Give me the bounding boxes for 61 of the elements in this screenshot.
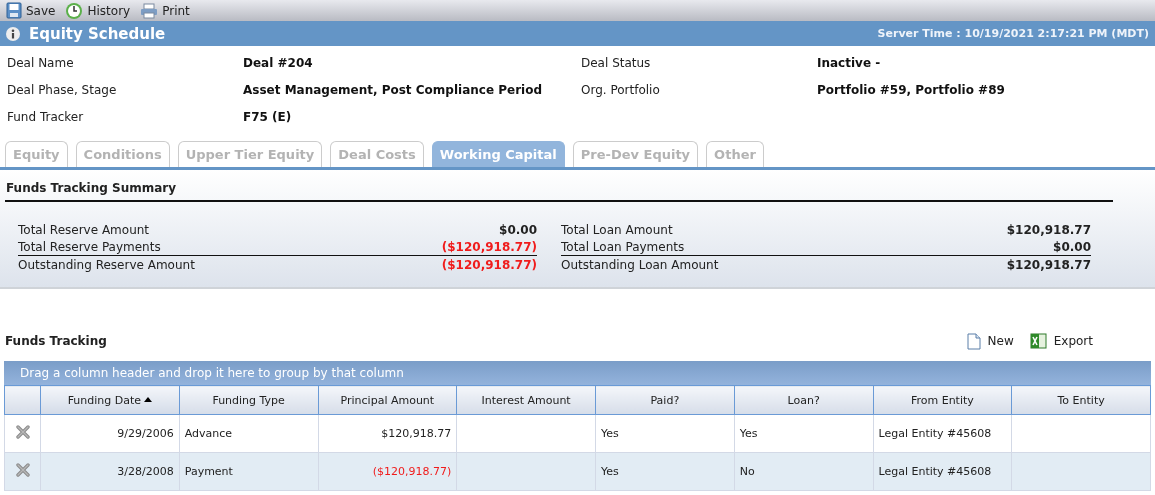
table-cell: Legal Entity #45608 <box>878 465 992 478</box>
field-label: Deal Status <box>581 55 652 70</box>
spreadsheet-icon <box>1029 333 1047 349</box>
column-header[interactable]: From Entity <box>873 385 1012 415</box>
clock-icon <box>65 1 84 20</box>
summary-amount: $120,918.77 <box>1006 257 1091 272</box>
table-cell: ($120,918.77) <box>372 465 452 478</box>
action-button[interactable]: New <box>987 334 1014 348</box>
column-header[interactable]: Funding Date <box>40 385 180 415</box>
summary-amount: $0.00 <box>499 222 537 237</box>
column-header <box>4 385 41 415</box>
field-value: Deal #204 <box>243 55 314 70</box>
sort-arrow-icon <box>144 396 153 402</box>
table-cell: $120,918.77 <box>381 427 452 440</box>
column-header[interactable]: Paid? <box>595 385 735 415</box>
summary-amount: $120,918.77 <box>1006 222 1091 237</box>
summary-amount: ($120,918.77) <box>441 257 537 272</box>
save-icon <box>6 2 22 19</box>
field-value: Asset Management, Post Compliance Period <box>243 82 544 97</box>
column-header[interactable]: Funding Type <box>179 385 318 415</box>
section-title: Funds Tracking Summary <box>5 170 1113 202</box>
table-cell: Legal Entity #45608 <box>878 427 992 440</box>
summary-label: Total Reserve Amount <box>18 222 150 237</box>
summary-label: Total Loan Amount <box>561 222 673 237</box>
field-label: Fund Tracker <box>7 109 85 124</box>
summary-amount: ($120,918.77) <box>441 239 537 254</box>
toolbar-button[interactable]: Save <box>26 3 56 18</box>
summary-label: Total Reserve Payments <box>18 239 161 254</box>
table-cell: Advance <box>184 427 233 440</box>
summary-label: Total Loan Payments <box>561 239 685 254</box>
section-title: Funds Tracking <box>5 334 107 348</box>
table-cell: 3/28/2008 <box>117 465 174 478</box>
table-cell: Yes <box>739 427 758 440</box>
column-header[interactable]: To Entity <box>1011 385 1151 415</box>
summary-label: Outstanding Reserve Amount <box>18 257 195 272</box>
printer-icon <box>140 2 159 19</box>
table-cell: Payment <box>184 465 233 478</box>
page-title: Equity Schedule <box>29 24 166 43</box>
field-value: Inactive - <box>817 55 882 70</box>
delete-icon[interactable] <box>15 425 30 439</box>
toolbar-button[interactable]: Print <box>162 3 190 18</box>
field-value: F75 (E) <box>243 109 293 124</box>
summary-amount: $0.00 <box>1053 239 1091 254</box>
summary-label: Outstanding Loan Amount <box>561 257 719 272</box>
field-value: Portfolio #59, Portfolio #89 <box>817 82 1006 97</box>
table-cell: 9/29/2006 <box>117 427 174 440</box>
action-button[interactable]: Export <box>1053 334 1093 348</box>
delete-icon[interactable] <box>15 463 30 477</box>
column-header[interactable]: Principal Amount <box>318 385 457 415</box>
toolbar-button[interactable]: History <box>87 3 131 18</box>
document-icon <box>966 332 981 350</box>
column-header[interactable]: Interest Amount <box>456 385 596 415</box>
info-icon <box>6 26 20 41</box>
field-label: Deal Name <box>7 55 75 70</box>
table-cell: Yes <box>601 427 619 440</box>
table-cell: Yes <box>601 465 619 478</box>
table-cell: No <box>739 465 755 478</box>
field-label: Deal Phase, Stage <box>7 82 118 97</box>
column-header[interactable]: Loan? <box>734 385 873 415</box>
server-time: Server Time : 10/19/2021 2:17:21 PM (MDT) <box>877 27 1149 40</box>
field-label: Org. Portfolio <box>581 82 661 97</box>
